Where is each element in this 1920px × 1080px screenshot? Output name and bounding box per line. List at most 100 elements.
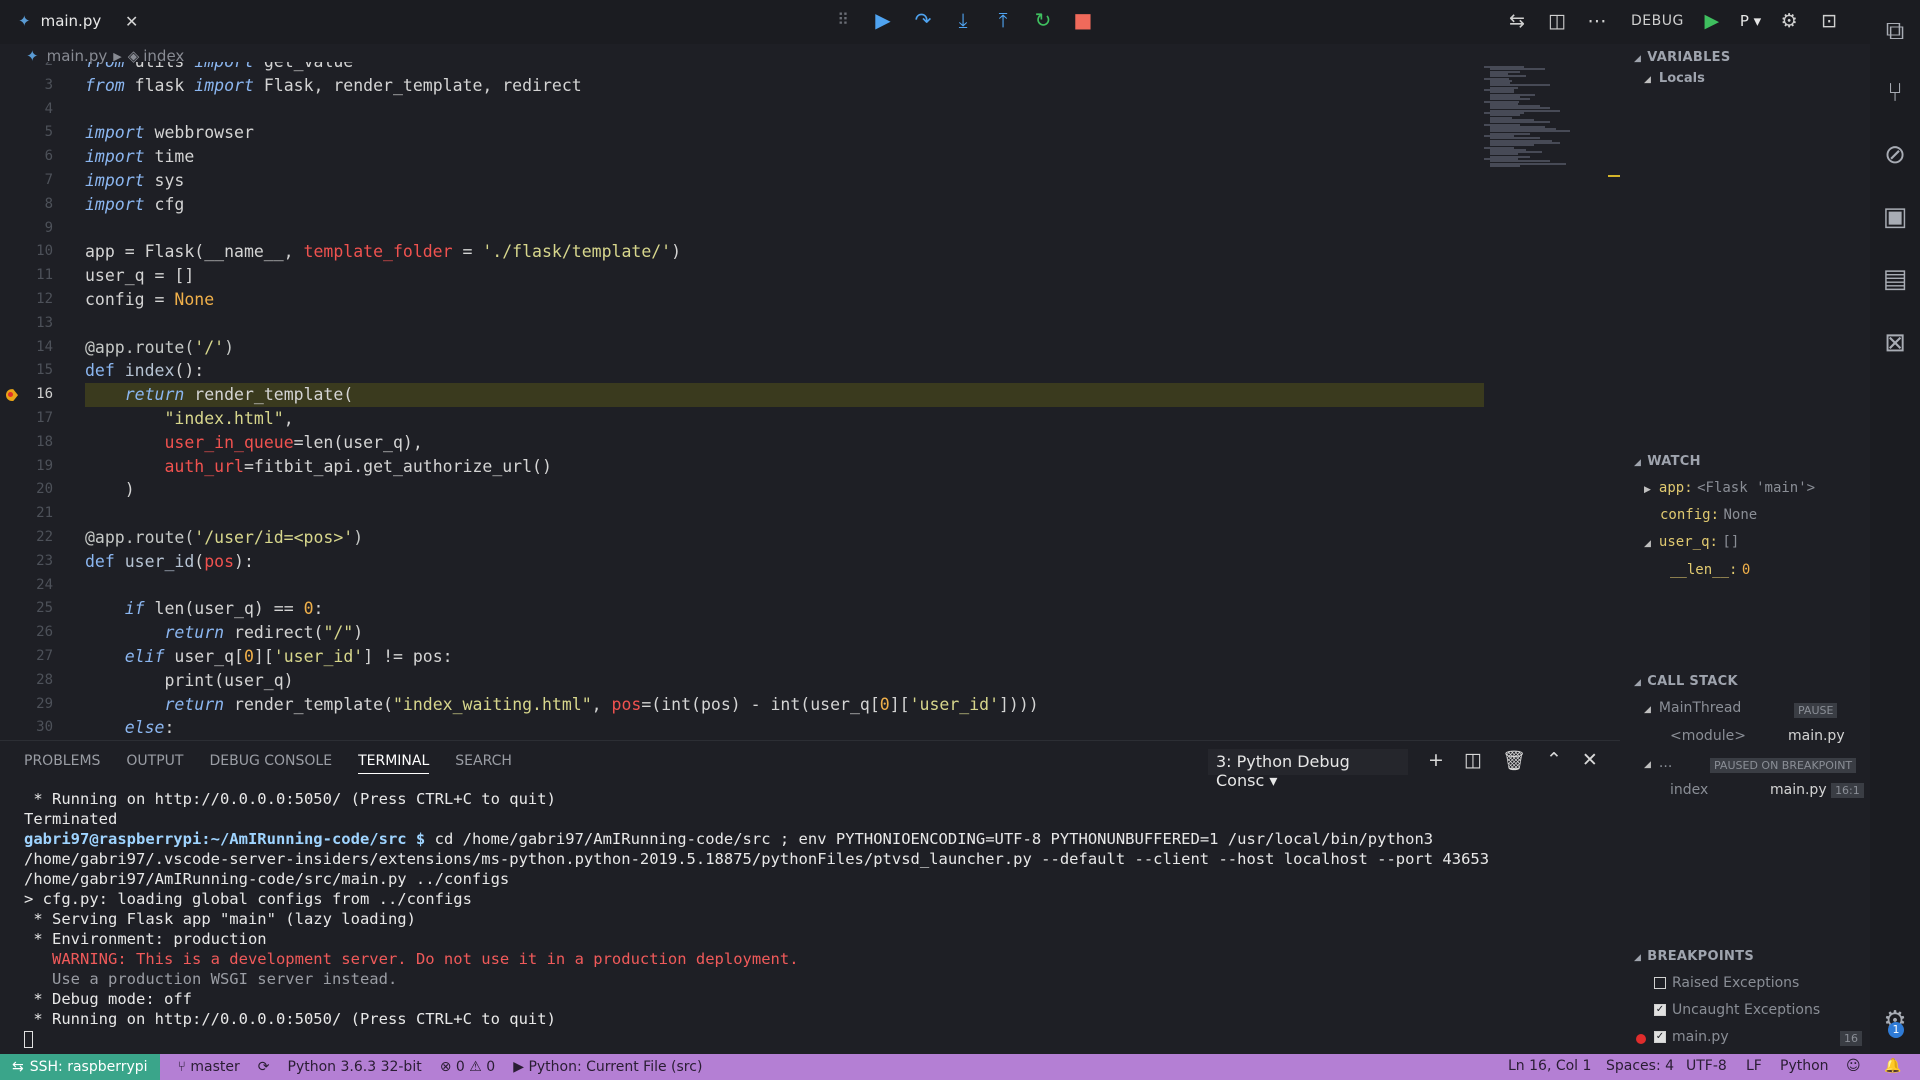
watch-header[interactable]: ◢ WATCH [1634, 454, 1701, 469]
step-over-icon[interactable]: ↷ [912, 10, 934, 30]
code-line[interactable]: 5 import webbrowser [0, 121, 1484, 145]
step-into-icon[interactable]: ⤓ [952, 10, 974, 30]
code-line[interactable]: 4 [0, 98, 1484, 122]
breakpoint-raised-exceptions[interactable]: Raised Exceptions [1654, 975, 1799, 991]
branch-indicator[interactable]: ⑂ master [178, 1059, 240, 1075]
terminal-line: Use a production WSGI server instead. [24, 970, 398, 988]
tab-output[interactable]: OUTPUT [126, 753, 183, 774]
code-line[interactable]: 16 return render_template( [0, 383, 1484, 407]
call-stack-thread-2[interactable]: ◢... [1644, 755, 1672, 771]
restart-icon[interactable]: ↻ [1032, 10, 1054, 30]
code-line[interactable]: 23 def user_id(pos): [0, 550, 1484, 574]
minimap[interactable] [1480, 66, 1622, 206]
checkbox[interactable]: ✓ [1654, 1031, 1666, 1043]
watch-item-app[interactable]: ▶ app: <Flask 'main'> [1644, 480, 1815, 496]
code-line[interactable]: 15 def index(): [0, 359, 1484, 383]
step-out-icon[interactable]: ⤒ [992, 10, 1014, 30]
new-terminal-icon[interactable]: + [1428, 749, 1444, 772]
code-line[interactable]: 22 @app.route('/user/id=<pos>') [0, 526, 1484, 550]
variables-header[interactable]: ◢ VARIABLES [1634, 50, 1731, 65]
drag-handle-icon[interactable]: ⠿ [832, 10, 854, 30]
maximize-panel-icon[interactable]: ⌃ [1546, 749, 1562, 772]
breakpoints-header[interactable]: ◢ BREAKPOINTS [1634, 949, 1754, 964]
code-line[interactable]: 17 "index.html", [0, 407, 1484, 431]
code-line[interactable]: 10 app = Flask(__name__, template_folder … [0, 240, 1484, 264]
explorer-icon[interactable]: ⧉ [1880, 16, 1910, 46]
problems-indicator[interactable]: ⊗ 0 ⚠ 0 [440, 1059, 496, 1075]
breakpoint-main-py[interactable]: ✓ main.py [1654, 1029, 1729, 1045]
code-line[interactable]: 18 user_in_queue=len(user_q), [0, 431, 1484, 455]
cursor-position[interactable]: Ln 16, Col 1 [1508, 1058, 1591, 1074]
debug-config-status[interactable]: ▶ Python: Current File (src) [513, 1059, 702, 1075]
open-changes-icon[interactable]: ⇆ [1505, 10, 1529, 32]
code-line[interactable]: 7 import sys [0, 169, 1484, 193]
call-stack-header[interactable]: ◢ CALL STACK [1634, 674, 1738, 689]
debug-config-select[interactable]: P ▾ [1740, 12, 1761, 30]
tab-close-icon[interactable]: ✕ [125, 12, 138, 31]
code-line[interactable]: 30 else: [0, 716, 1484, 740]
bell-icon[interactable]: 🔔 [1884, 1058, 1901, 1074]
terminal-line: * Running on http://0.0.0.0:5050/ (Press… [24, 1010, 556, 1028]
language-mode[interactable]: Python [1780, 1058, 1829, 1074]
split-editor-icon[interactable]: ◫ [1545, 10, 1569, 32]
watch-item-len[interactable]: __len__: 0 [1670, 562, 1750, 578]
watch-item-config[interactable]: config: None [1660, 507, 1757, 523]
debug-icon[interactable]: ⊘ [1880, 140, 1910, 170]
code-line[interactable]: 6 import time [0, 145, 1484, 169]
tab-problems[interactable]: PROBLEMS [24, 753, 100, 774]
code-line[interactable]: 9 [0, 217, 1484, 241]
breakpoint-uncaught-exceptions[interactable]: ✓ Uncaught Exceptions [1654, 1002, 1820, 1018]
code-line[interactable]: 26 return redirect("/") [0, 621, 1484, 645]
remote-explorer-icon[interactable]: ▤ [1880, 264, 1910, 294]
source-control-icon[interactable]: ⑂ [1880, 78, 1910, 108]
close-panel-icon[interactable]: ✕ [1582, 749, 1598, 772]
editor-tab-main-py[interactable]: ✦ main.py ✕ [0, 0, 150, 44]
code-line[interactable]: 2 from utils import get_value [0, 62, 1484, 74]
sync-icon[interactable]: ⟳ [258, 1059, 270, 1075]
indentation[interactable]: Spaces: 4 [1606, 1058, 1674, 1074]
start-debugging-icon[interactable]: ▶ [1700, 10, 1724, 32]
extensions-icon[interactable]: ▣ [1880, 202, 1910, 232]
code-line[interactable]: 12 config = None [0, 288, 1484, 312]
gear-icon[interactable]: ⚙ [1777, 10, 1801, 32]
locals-scope[interactable]: ◢ Locals [1644, 71, 1705, 86]
call-stack-thread[interactable]: ◢ MainThread [1644, 700, 1741, 716]
debug-console-icon[interactable]: ⊡ [1817, 10, 1841, 32]
code-line[interactable]: 25 if len(user_q) == 0: [0, 597, 1484, 621]
code-line[interactable]: 8 import cfg [0, 193, 1484, 217]
code-line[interactable]: 11 user_q = [] [0, 264, 1484, 288]
code-line[interactable]: 19 auth_url=fitbit_api.get_authorize_url… [0, 455, 1484, 479]
code-line[interactable]: 3 from flask import Flask, render_templat… [0, 74, 1484, 98]
terminal-line: gabri97@raspberrypi:~/AmIRunning-code/sr… [24, 830, 1499, 888]
code-line[interactable]: 27 elif user_q[0]['user_id'] != pos: [0, 645, 1484, 669]
code-line[interactable]: 28 print(user_q) [0, 669, 1484, 693]
more-actions-icon[interactable]: ⋯ [1585, 10, 1609, 32]
python-interpreter[interactable]: Python 3.6.3 32-bit [288, 1059, 422, 1075]
tab-terminal[interactable]: TERMINAL [358, 753, 430, 774]
code-line[interactable]: 20 ) [0, 478, 1484, 502]
continue-icon[interactable]: ▶ [872, 10, 894, 30]
tab-search[interactable]: SEARCH [455, 753, 512, 774]
code-line[interactable]: 21 [0, 502, 1484, 526]
checkbox[interactable] [1654, 977, 1666, 989]
checkbox[interactable]: ✓ [1654, 1004, 1666, 1016]
encoding[interactable]: UTF-8 [1686, 1058, 1727, 1074]
terminal-select[interactable]: 3: Python Debug Consc ▾ [1208, 749, 1408, 790]
terminal-output[interactable]: * Running on http://0.0.0.0:5050/ (Press… [24, 789, 1614, 1049]
code-editor[interactable]: 2 from utils import get_value 3 from flask … [0, 62, 1484, 740]
call-stack-frame[interactable]: index [1670, 782, 1708, 798]
split-terminal-icon[interactable]: ◫ [1464, 749, 1482, 772]
end-of-line[interactable]: LF [1746, 1058, 1762, 1074]
code-line[interactable]: 24 [0, 574, 1484, 598]
code-line[interactable]: 29 return render_template("index_waiting… [0, 693, 1484, 717]
tab-debug-console[interactable]: DEBUG CONSOLE [209, 753, 332, 774]
call-stack-frame[interactable]: <module> [1670, 728, 1746, 744]
code-line[interactable]: 14 @app.route('/') [0, 336, 1484, 360]
watch-item-user-q[interactable]: ◢ user_q: [] [1644, 534, 1739, 550]
stop-icon[interactable]: ■ [1072, 10, 1094, 30]
code-line[interactable]: 13 [0, 312, 1484, 336]
remote-indicator[interactable]: ⇆ SSH: raspberrypi [0, 1054, 160, 1080]
remote-window-icon[interactable]: ⊠ [1880, 328, 1910, 358]
feedback-icon[interactable]: ☺ [1846, 1058, 1861, 1074]
trash-icon[interactable]: 🗑 [1502, 749, 1526, 772]
